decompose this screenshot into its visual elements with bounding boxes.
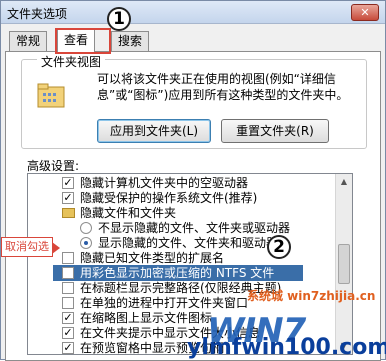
checkbox[interactable]: ✓ bbox=[62, 327, 74, 339]
list-item-label: 在缩略图上显示文件图标 bbox=[80, 311, 213, 325]
step-1-marker: 1 bbox=[107, 7, 131, 31]
list-item-label: 用彩色显示加密或压缩的 NTFS 文件 bbox=[80, 266, 275, 280]
checkbox[interactable] bbox=[62, 282, 74, 294]
tab-highlight-box bbox=[55, 28, 111, 54]
tab-general[interactable]: 常规 bbox=[9, 31, 48, 51]
checkbox[interactable]: ✓ bbox=[62, 177, 74, 189]
watermark-site: ylmfwin100.com bbox=[187, 335, 386, 360]
folder-view-icon bbox=[37, 83, 69, 109]
checkbox[interactable]: ✓ bbox=[62, 192, 74, 204]
folder-view-description: 可以将该文件夹正在使用的视图(例如“详细信息”或“图标”)应用到所有这种类型的文… bbox=[97, 72, 349, 102]
folder-view-title: 文件夹视图 bbox=[37, 53, 106, 70]
tab-search[interactable]: 搜索 bbox=[111, 31, 150, 51]
checkbox[interactable] bbox=[62, 297, 74, 309]
list-item-label: 隐藏文件和文件夹 bbox=[80, 206, 177, 220]
list-item-label: 隐藏计算机文件夹中的空驱动器 bbox=[80, 176, 249, 190]
callout-arrow-icon bbox=[52, 242, 60, 254]
window-title: 文件夹选项 bbox=[7, 7, 68, 21]
step-2-marker: 2 bbox=[267, 235, 291, 259]
apply-to-folders-button[interactable]: 应用到文件夹(L) bbox=[97, 119, 211, 143]
radio-button[interactable] bbox=[80, 222, 92, 234]
list-item-label: 不显示隐藏的文件、文件夹或驱动器 bbox=[98, 221, 291, 235]
list-item-label: 隐藏受保护的操作系统文件(推荐) bbox=[80, 191, 258, 205]
advanced-settings-label: 高级设置: bbox=[27, 159, 80, 173]
radio-button[interactable] bbox=[80, 237, 92, 249]
list-item-label: 在单独的进程中打开文件夹窗口 bbox=[80, 296, 249, 310]
scroll-thumb[interactable] bbox=[338, 244, 350, 284]
checkbox[interactable]: ✓ bbox=[62, 312, 74, 324]
list-scrollbar[interactable]: ▲ ▼ bbox=[335, 174, 352, 354]
watermark-text: 系统城 win7zhijia.cn bbox=[247, 289, 376, 303]
list-item-label: 显示隐藏的文件、文件夹和驱动器 bbox=[98, 236, 279, 250]
checkbox[interactable] bbox=[62, 252, 74, 264]
scroll-up-icon[interactable]: ▲ bbox=[336, 174, 352, 190]
checkbox[interactable]: ✓ bbox=[62, 342, 74, 354]
folder-options-window: 文件夹选项 ✕ 常规 查看 搜索 1 文件夹视图 可以将该文件夹正在使用的视图(… bbox=[0, 0, 386, 361]
list-item-label: 隐藏已知文件类型的扩展名 bbox=[80, 251, 225, 265]
close-button[interactable]: ✕ bbox=[351, 4, 379, 21]
uncheck-callout: 取消勾选 bbox=[1, 237, 53, 257]
folder-icon bbox=[62, 208, 75, 218]
checkbox[interactable] bbox=[62, 267, 74, 279]
title-bar: 文件夹选项 ✕ bbox=[1, 1, 385, 24]
reset-folders-button[interactable]: 重置文件夹(R) bbox=[221, 119, 329, 143]
